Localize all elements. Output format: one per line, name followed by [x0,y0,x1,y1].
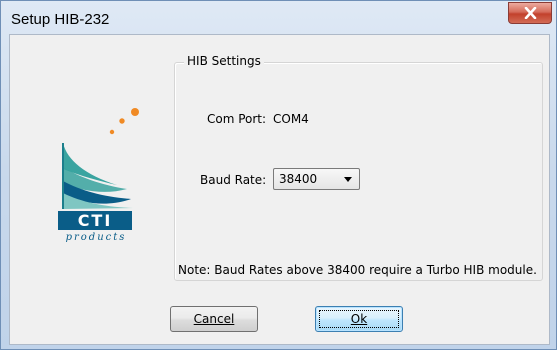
title-bar[interactable]: Setup HIB-232 [1,1,556,35]
cancel-button-label: Cancel [193,312,235,326]
dropdown-arrow-icon [344,177,352,182]
close-icon [524,7,536,19]
baud-rate-label: Baud Rate: [200,173,267,187]
close-button[interactable] [508,2,552,24]
ok-button-label: Ok [350,312,368,326]
baud-rate-select[interactable]: 38400 [273,168,360,190]
window-title: Setup HIB-232 [11,11,110,28]
baud-rate-note: Note: Baud Rates above 38400 require a T… [178,263,537,277]
logo-swoosh-icon [62,108,139,209]
logo-wordmark: CTI [58,211,132,230]
ok-button[interactable]: Ok [315,306,403,332]
com-port-label: Com Port: [207,112,267,126]
cancel-button[interactable]: Cancel [170,306,258,332]
group-legend: HIB Settings [184,54,264,68]
cti-products-logo: CTI products [55,105,150,243]
dialog-body: CTI products HIB Settings Com Port: COM4… [9,34,550,345]
com-port-value: COM4 [273,112,309,126]
setup-dialog: Setup HIB-232 CTI products HIB Settings [0,0,557,350]
baud-rate-value: 38400 [279,172,318,186]
logo-tagline: products [65,232,127,243]
